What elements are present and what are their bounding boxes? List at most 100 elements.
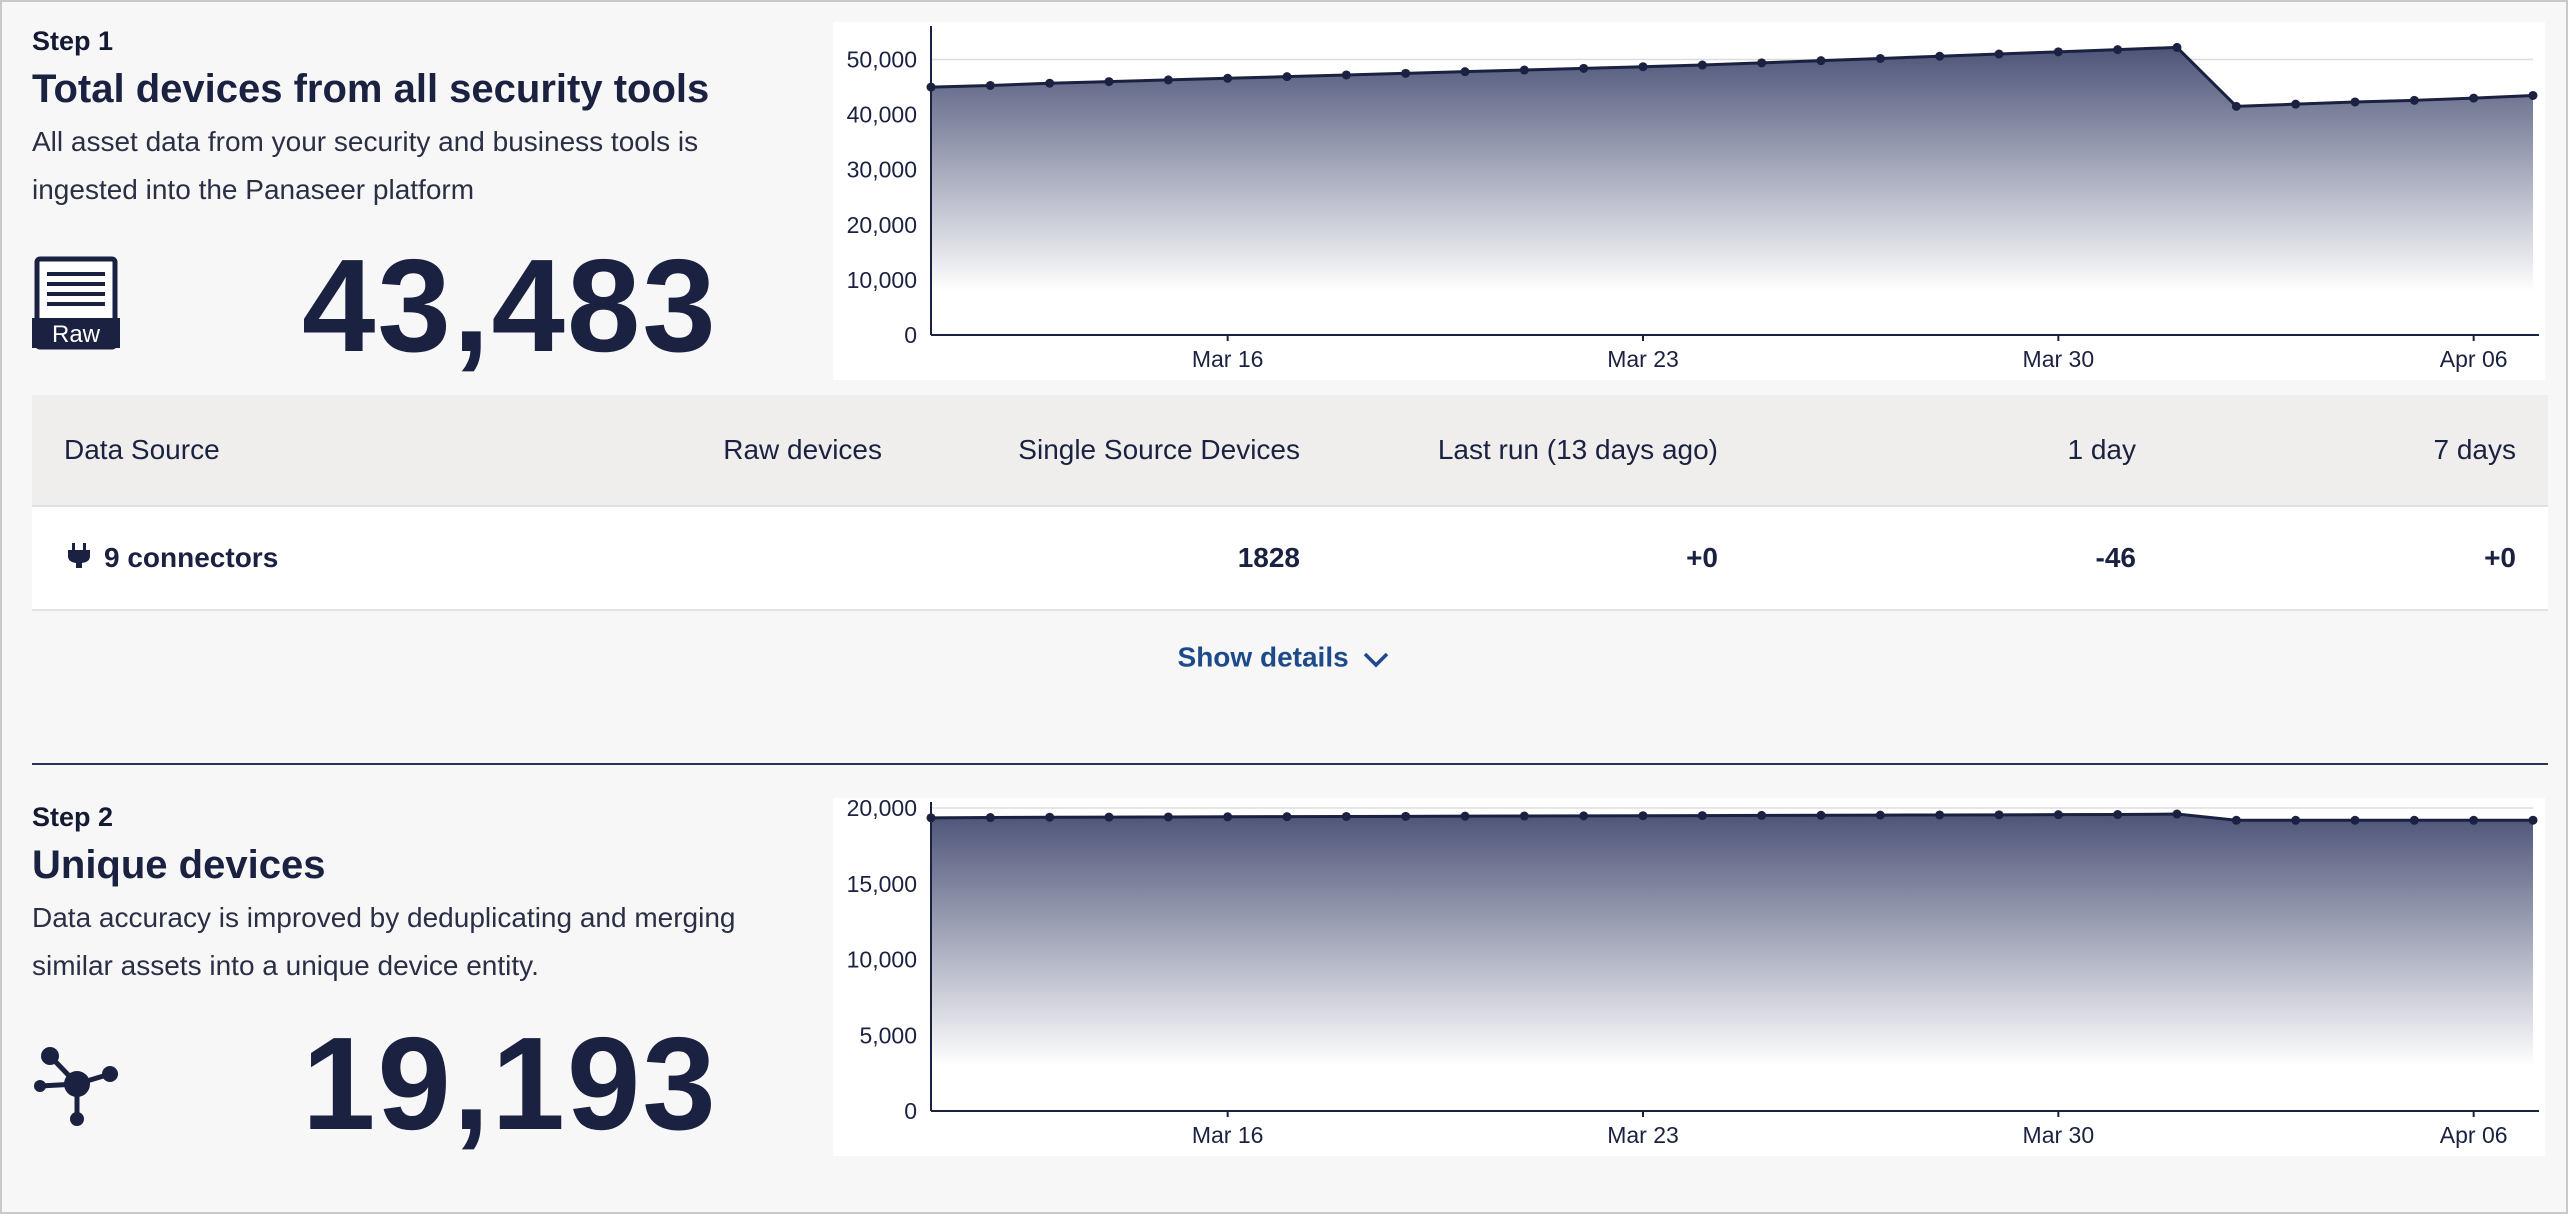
data-point [2350,815,2360,825]
table-header: Data Source Raw devices Single Source De… [32,395,2548,507]
y-tick-label: 5,000 [859,1022,917,1048]
data-point [2350,97,2360,107]
row-source-cell: 9 connectors [32,540,592,577]
data-point [1935,810,1945,820]
y-tick-label: 20,000 [847,798,917,821]
header-1-day[interactable]: 1 day [1718,434,2137,466]
y-tick-label: 10,000 [847,267,917,293]
data-point [1401,68,1411,78]
row-single-source: 1828 [1237,542,1300,573]
data-point [1223,73,1233,83]
step1-label: Step 1 [32,26,114,56]
row-last-run: +0 [1686,542,1718,573]
step2-chart-svg: 0 5,000 10,000 15,000 20,000 Mar 16 Mar 23 Mar … [847,798,2539,1148]
data-point [1875,810,1885,820]
data-point [1757,58,1767,68]
data-point [2231,101,2241,111]
header-7-days[interactable]: 7 days [2136,434,2548,466]
header-single-source[interactable]: Single Source Devices [882,434,1300,466]
header-last-run[interactable]: Last run (13 days ago) [1300,434,1718,466]
y-tick-label: 15,000 [847,871,917,897]
data-point [1519,65,1529,75]
plug-icon [64,540,94,577]
data-point [1757,810,1767,820]
data-point [1341,811,1351,821]
section-divider [32,763,2548,765]
step2-header: Step 2 Unique devices Data accuracy is i… [32,802,772,990]
chevron-down-icon [1356,642,1390,673]
x-tick-label: Mar 16 [1192,1122,1264,1148]
data-point [1401,811,1411,821]
x-tick-label: Mar 23 [1607,1122,1679,1148]
data-point [2053,810,2063,820]
data-point [1994,810,2004,820]
data-point [2231,815,2241,825]
data-point [2113,45,2123,55]
data-point [1875,53,1885,63]
raw-icon-label: Raw [52,321,101,348]
data-point [2409,95,2419,105]
step2-total: 19,193 [32,1018,718,1150]
x-tick-label: Mar 16 [1192,346,1264,372]
step1-title: Total devices from all security tools [32,67,710,111]
step1-description: All asset data from your security and bu… [32,126,699,205]
data-point [1045,78,1055,88]
data-point [2409,815,2419,825]
data-point [2469,815,2479,825]
data-point [1223,812,1233,822]
table-row: 9 connectors 1828 +0 -46 +0 [32,507,2548,611]
data-point [1341,70,1351,80]
step1-chart-svg: 0 10,000 20,000 30,000 40,000 50,000 Mar 16 Mar… [847,26,2539,372]
data-point [2528,90,2538,100]
x-tick-label: Mar 30 [2023,346,2095,372]
data-source-table: Data Source Raw devices Single Source De… [32,395,2548,611]
step1-chart: 0 10,000 20,000 30,000 40,000 50,000 Mar 16 Mar… [833,22,2545,380]
row-7-days: +0 [2484,542,2516,573]
data-point [1163,812,1173,822]
data-point [1104,77,1114,87]
series-area [931,814,2533,1111]
step2-big-number: 19,193 [302,1010,718,1157]
step2-label: Step 2 [32,802,114,832]
step1-header: Step 1 Total devices from all security t… [32,26,772,214]
data-point [1104,812,1114,822]
data-point [2528,815,2538,825]
y-tick-label: 30,000 [847,157,917,183]
row-1-day: -46 [2095,542,2136,573]
data-point [1697,811,1707,821]
step2-title: Unique devices [32,843,326,887]
y-tick-label: 40,000 [847,102,917,128]
y-tick-label: 0 [904,1098,917,1124]
data-point [1816,56,1826,66]
data-point [2469,93,2479,103]
header-raw-devices[interactable]: Raw devices [592,434,882,466]
data-point [1994,49,2004,59]
data-point [2172,809,2182,819]
step1-big-number: 43,483 [302,232,718,379]
y-tick-label: 50,000 [847,47,917,73]
series-area [931,47,2533,336]
data-point [1282,812,1292,822]
data-point [1579,63,1589,73]
network-node-icon [32,1034,122,1134]
x-tick-label: Apr 06 [2440,1122,2508,1148]
data-point [2053,47,2063,57]
data-point [1460,811,1470,821]
step2-chart: 0 5,000 10,000 15,000 20,000 Mar 16 Mar 23 Mar … [833,798,2545,1156]
y-tick-label: 0 [904,322,917,348]
data-point [1697,60,1707,70]
step2-description: Data accuracy is improved by deduplicati… [32,902,736,981]
show-details-button[interactable]: Show details [0,640,2568,674]
data-point [1282,72,1292,82]
data-point [2113,810,2123,820]
data-point [1638,811,1648,821]
header-data-source[interactable]: Data Source [32,434,592,466]
data-point [2172,42,2182,52]
y-tick-label: 20,000 [847,212,917,238]
step1-total: Raw 43,483 [32,240,718,372]
x-tick-label: Mar 23 [1607,346,1679,372]
data-point [1460,67,1470,77]
data-point [2291,99,2301,109]
data-point [1579,811,1589,821]
y-tick-label: 10,000 [847,947,917,973]
